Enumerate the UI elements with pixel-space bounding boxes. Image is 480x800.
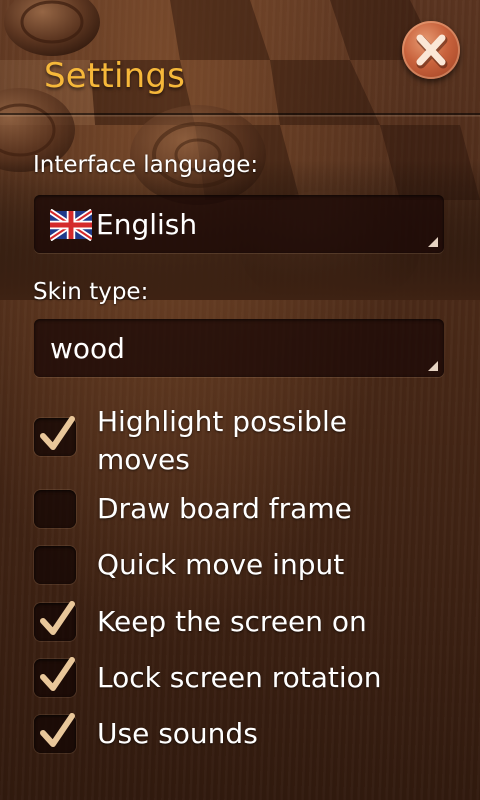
checkmark-icon [40, 657, 75, 691]
dropdown-arrow-icon [428, 361, 438, 371]
option-label: Highlight possible moves [97, 405, 347, 476]
checkbox[interactable] [34, 546, 76, 584]
close-x-icon [416, 34, 448, 69]
option-quick-move-input[interactable]: Quick move input [34, 546, 454, 586]
skin-label: Skin type: [33, 279, 149, 305]
option-label: Draw board frame [97, 492, 352, 525]
option-label: Keep the screen on [97, 605, 367, 638]
option-use-sounds[interactable]: Use sounds [34, 713, 454, 755]
uk-flag-icon [50, 209, 92, 241]
language-label: Interface language: [33, 152, 259, 178]
option-draw-board-frame[interactable]: Draw board frame [34, 490, 454, 530]
language-value: English [96, 208, 198, 241]
close-button[interactable] [402, 21, 460, 79]
option-label: Lock screen rotation [97, 661, 382, 694]
dropdown-arrow-icon [428, 237, 438, 247]
option-highlight-moves[interactable]: Highlight possible moves [34, 405, 454, 494]
option-label: Quick move input [97, 548, 345, 581]
page-title: Settings [44, 56, 186, 96]
skin-select[interactable]: wood [34, 319, 444, 377]
option-keep-screen-on[interactable]: Keep the screen on [34, 601, 454, 643]
checkbox[interactable] [34, 416, 76, 456]
checkbox[interactable] [34, 490, 76, 528]
checkmark-icon [40, 416, 75, 450]
language-select[interactable]: English [34, 195, 444, 253]
checkmark-icon [40, 601, 75, 635]
checkbox[interactable] [34, 657, 76, 697]
option-label: Use sounds [97, 717, 258, 750]
skin-value: wood [50, 332, 125, 365]
checkmark-icon [40, 713, 75, 747]
option-lock-screen-rotation[interactable]: Lock screen rotation [34, 657, 454, 699]
checkbox[interactable] [34, 713, 76, 753]
header-divider [0, 113, 480, 117]
checkbox[interactable] [34, 601, 76, 641]
